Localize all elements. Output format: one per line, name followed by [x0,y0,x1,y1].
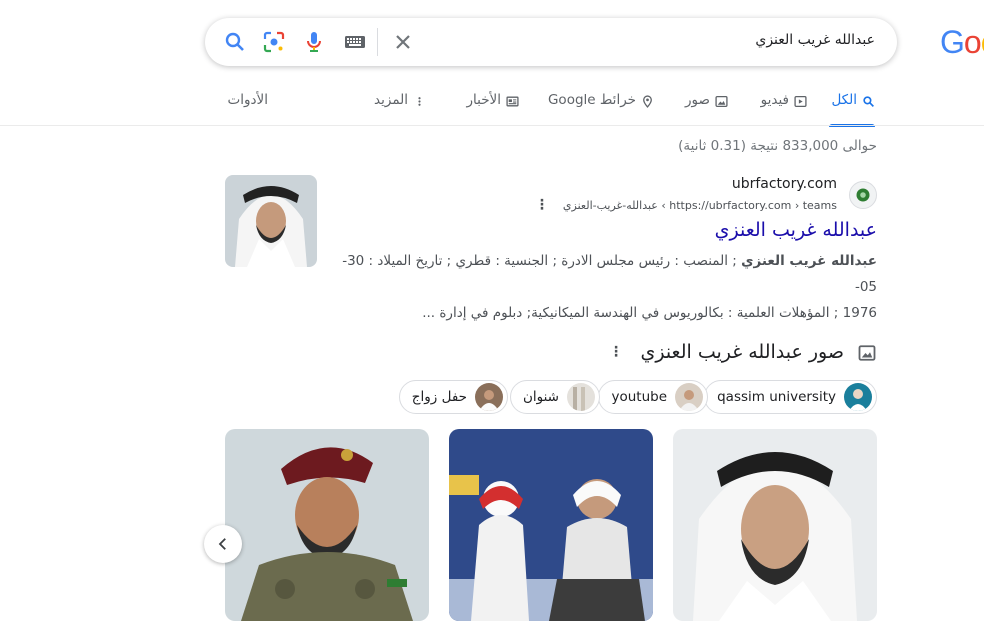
chip-shanwan[interactable]: شنوان [509,380,600,414]
chip-wedding[interactable]: حفل زواج [398,380,508,414]
chip-label: حفل زواج [411,389,467,405]
images-more-icon[interactable]: ⋮ [609,344,623,360]
site-favicon[interactable] [849,181,877,209]
tab-label: الأخبار [466,92,501,108]
result-thumbnail[interactable] [225,175,317,267]
chip-label: qassim university [717,389,836,405]
carousel-scroll-button[interactable] [204,525,242,563]
image-icon [858,345,876,361]
more-options-icon[interactable]: ⋮ [535,197,549,213]
tab-label: صور [685,92,710,108]
tab-all[interactable]: الكل [831,92,875,128]
search-icon[interactable] [223,30,247,54]
chip-youtube[interactable]: youtube [598,380,708,414]
tab-videos[interactable]: فيديو [761,92,807,128]
search-input[interactable]: عبدالله غريب العنزي [755,32,875,48]
video-icon [794,95,807,108]
chip-label: youtube [611,389,667,405]
tab-news[interactable]: الأخبار [466,92,519,128]
microphone-icon[interactable] [302,30,326,54]
clear-icon[interactable] [391,30,415,54]
images-section-title[interactable]: صور عبدالله غريب العنزي [640,341,844,363]
image-result-3[interactable] [225,429,429,621]
search-box-divider [377,28,378,56]
keyboard-icon[interactable] [343,30,367,54]
result-title-link[interactable]: عبدالله غريب العنزي [715,219,877,241]
tab-label: خرائط Google [547,92,636,108]
tab-label: فيديو [760,92,789,108]
chip-label: شنوان [522,389,559,405]
site-name[interactable]: ubrfactory.com [732,176,837,192]
chevron-left-icon [218,538,226,550]
site-url[interactable]: https://ubrfactory.com › teams › عبدالله… [535,197,837,213]
google-lens-icon[interactable] [262,30,286,54]
chip-qassim-university[interactable]: qassim university [704,380,877,414]
more-vert-icon [418,97,421,106]
image-result-2[interactable] [449,429,653,621]
chip-thumbnail [475,383,503,411]
result-stats: حوالى 833,000 نتيجة (0.31 ثانية) [678,138,877,154]
tools-label: الأدوات [227,92,268,108]
image-icon [715,95,728,108]
result-snippet: عبدالله غريب العنزي ; المنصب : رئيس مجلس… [342,253,877,321]
chip-thumbnail [844,383,872,411]
google-logo[interactable]: Goo [940,24,984,61]
image-result-1[interactable] [673,429,877,621]
tab-maps[interactable]: خرائط Google [548,92,654,128]
tab-images[interactable]: صور [685,92,728,128]
favicon-icon [856,188,870,202]
map-pin-icon [643,95,652,108]
tab-more[interactable]: المزيد [374,92,426,128]
tools-button[interactable]: الأدوات [228,92,268,128]
search-icon [863,96,874,107]
search-box[interactable]: عبدالله غريب العنزي [205,18,897,66]
tab-label: الكل [831,92,857,108]
news-icon [506,96,519,107]
chip-thumbnail [567,383,595,411]
tabs-divider [0,125,984,126]
chip-thumbnail [675,383,703,411]
tab-label: المزيد [374,92,408,108]
